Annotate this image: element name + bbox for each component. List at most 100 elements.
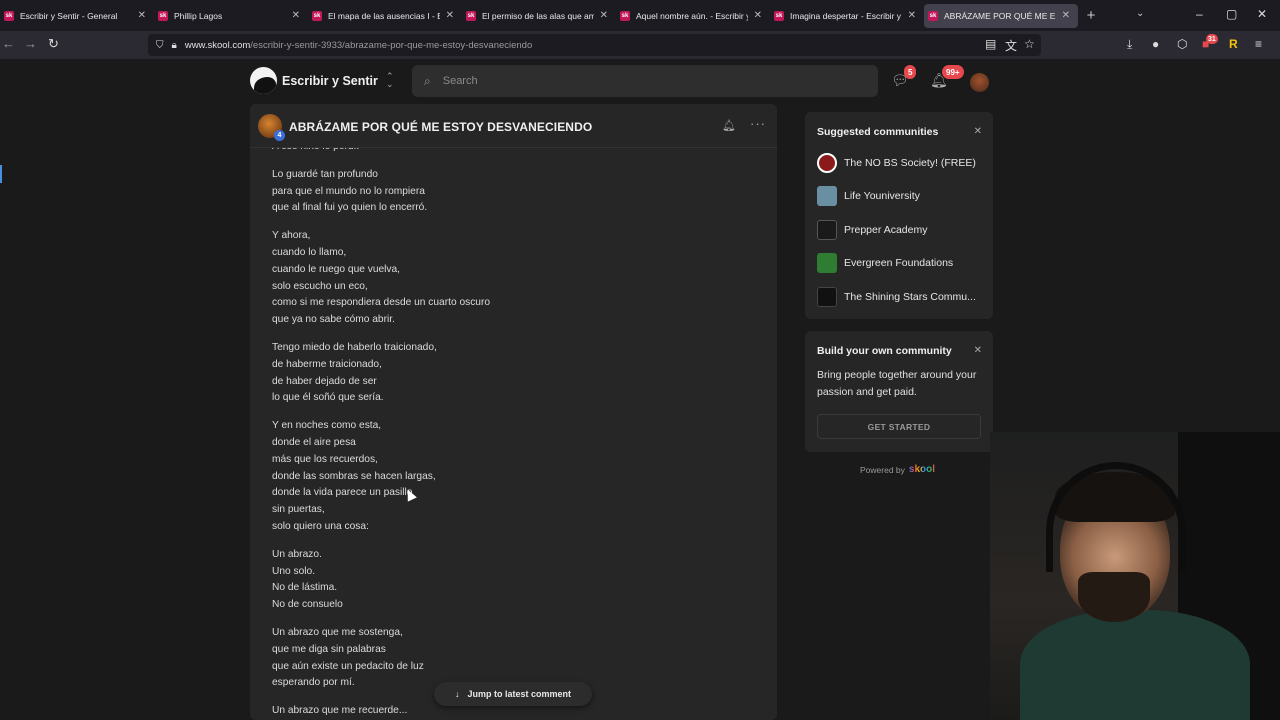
user-avatar[interactable] [970, 73, 989, 92]
jump-to-latest-comment-button[interactable]: ↓ Jump to latest comment [434, 682, 592, 706]
new-tab-button[interactable]: + [1078, 7, 1104, 24]
poem-line: donde el aire pesa [272, 436, 356, 448]
poem-stanza: Y ahora, cuando lo llamo, cuando le rueg… [272, 228, 752, 329]
tab-list-chevron-icon[interactable]: ⌄ [1136, 8, 1144, 19]
community-item[interactable]: Prepper Academy [817, 219, 927, 241]
reload-icon[interactable]: ↻ [48, 36, 59, 52]
dismiss-build-icon[interactable]: ✕ [974, 345, 982, 356]
webcam-person-beard [1078, 572, 1150, 622]
browser-tab[interactable]: sk El permiso de las alas que amé ✕ [462, 0, 616, 31]
forward-arrow-icon[interactable]: → [24, 36, 37, 51]
close-tab-icon[interactable]: ✕ [600, 10, 608, 21]
build-community-card: Build your own community ✕ Bring people … [805, 331, 993, 452]
post-card: 4 ABRÁZAME POR QUÉ ME ESTOY DESVANECIEND… [250, 104, 777, 720]
poem-line: Un abrazo que me sostenga, [272, 626, 403, 638]
search-bar[interactable]: ⌕ [412, 65, 878, 97]
account-icon[interactable]: ● [1152, 37, 1159, 51]
skool-favicon-icon: sk [158, 10, 168, 21]
browser-tab-active[interactable]: sk ABRÁZAME POR QUÉ ME ESTO ✕ [924, 3, 1078, 28]
close-tab-icon[interactable]: ✕ [138, 10, 146, 21]
more-options-icon[interactable]: ··· [750, 116, 766, 131]
community-item[interactable]: Life Youniversity [817, 185, 920, 207]
extensions-icon[interactable]: ⬡ [1177, 37, 1187, 51]
community-icon [817, 253, 837, 273]
close-tab-icon[interactable]: ✕ [446, 10, 454, 21]
community-name: Life Youniversity [844, 190, 920, 202]
build-title: Build your own community [817, 345, 952, 357]
tab-title: Imagina despertar - Escribir y S [790, 10, 902, 21]
community-name: Evergreen Foundations [844, 257, 954, 269]
suggested-title: Suggested communities [817, 126, 939, 138]
community-name: Prepper Academy [844, 224, 928, 236]
bookmark-star-icon[interactable]: ☆ [1024, 37, 1035, 51]
poem-line: sin puertas, [272, 504, 325, 516]
close-tab-icon[interactable]: ✕ [754, 10, 762, 21]
poem-line: Lo guardé tan profundo [272, 168, 378, 180]
follow-bell-icon[interactable]: 🔔︎ [722, 119, 736, 132]
community-switcher-icon[interactable]: ⌃ ⌄ [386, 72, 394, 89]
menu-icon[interactable]: ≡ [1255, 37, 1262, 51]
browser-tab[interactable]: sk Phillip Lagos ✕ [154, 0, 308, 31]
back-arrow-icon[interactable]: ← [2, 36, 15, 51]
webcam-person-body [1020, 610, 1250, 720]
community-item[interactable]: The Shining Stars Commu... [817, 286, 976, 308]
maximize-icon[interactable]: ▢ [1226, 7, 1237, 21]
dismiss-suggested-icon[interactable]: ✕ [974, 126, 982, 137]
poem-line: donde las sombras se hacen largas, [272, 470, 436, 482]
tab-title: El mapa de las ausencias I - Esc [328, 10, 440, 21]
translate-icon[interactable]: 文 [1005, 37, 1017, 54]
downloads-icon[interactable]: ⤓ [1127, 37, 1132, 52]
notification-badge: 99+ [942, 65, 964, 79]
poem-line: lo que él soñó que sería. [272, 392, 384, 404]
address-bar[interactable]: ⛉ 🔒︎ www.skool.com/escribir-y-sentir-393… [148, 34, 1041, 56]
poem-stanza: Y en noches como esta, donde el aire pes… [272, 418, 752, 536]
skool-favicon-icon: sk [4, 10, 14, 21]
poem-line: más que los recuerdos, [272, 453, 378, 465]
browser-tab[interactable]: sk Imagina despertar - Escribir y S ✕ [770, 0, 924, 31]
shield-icon[interactable]: ⛉ [156, 40, 164, 51]
search-icon: ⌕ [424, 73, 431, 88]
community-icon [817, 153, 837, 173]
community-icon [817, 220, 837, 240]
browser-tab[interactable]: sk El mapa de las ausencias I - Esc ✕ [308, 0, 462, 31]
community-name[interactable]: Escribir y Sentir [282, 74, 378, 88]
community-name: The NO BS Society! (FREE) [844, 157, 976, 169]
poem-line: como si me respondiera desde un cuarto o… [272, 297, 491, 309]
close-tab-icon[interactable]: ✕ [1062, 10, 1070, 21]
close-tab-icon[interactable]: ✕ [292, 10, 300, 21]
window-close-icon[interactable]: ✕ [1257, 7, 1267, 21]
community-icon [817, 287, 837, 307]
powered-by[interactable]: Powered by skool [860, 464, 935, 475]
browser-tab[interactable]: sk Escribir y Sentir - General ✕ [0, 0, 154, 31]
community-logo[interactable] [250, 67, 277, 94]
poem-line: que ya no sabe cómo abrir. [272, 314, 395, 326]
tab-title: Aquel nombre aún. - Escribir y S [636, 10, 748, 21]
browser-tab[interactable]: sk Aquel nombre aún. - Escribir y S ✕ [616, 0, 770, 31]
poem-stanza: Tengo miedo de haberlo traicionado, de h… [272, 340, 752, 407]
lock-icon[interactable]: 🔒︎ [172, 40, 177, 51]
reader-view-icon[interactable]: ▤ [985, 37, 996, 51]
tab-title: El permiso de las alas que amé [482, 10, 594, 21]
poem-line: de haberme traicionado, [272, 358, 382, 370]
minimize-icon[interactable]: – [1196, 7, 1203, 21]
poem-line: No de consuelo [272, 599, 343, 611]
search-input[interactable] [442, 75, 843, 87]
get-started-button[interactable]: GET STARTED [817, 414, 981, 439]
poem-line: cuando le ruego que vuelva, [272, 263, 401, 275]
post-header-overlay: 4 ABRÁZAME POR QUÉ ME ESTOY DESVANECIEND… [250, 104, 777, 148]
poem-line: Tengo miedo de haberlo traicionado, [272, 341, 437, 353]
poem-line: de haber dejado de ser [272, 375, 377, 387]
community-item[interactable]: Evergreen Foundations [817, 252, 953, 274]
jump-label: Jump to latest comment [467, 689, 572, 699]
poem-line: Y ahora, [272, 230, 311, 242]
extension-r-icon[interactable]: R [1229, 37, 1238, 51]
community-item[interactable]: The NO BS Society! (FREE) [817, 152, 976, 174]
community-name: The Shining Stars Commu... [844, 291, 976, 303]
poem-line: para que el mundo no lo rompiera [272, 185, 425, 197]
build-description: Bring people together around your passio… [817, 369, 977, 398]
poem-line: No de lástima. [272, 582, 338, 594]
arrow-down-icon: ↓ [454, 689, 460, 699]
poem-line: que me diga sin palabras [272, 643, 386, 655]
poem-line: solo quiero una cosa: [272, 520, 369, 532]
close-tab-icon[interactable]: ✕ [908, 10, 916, 21]
